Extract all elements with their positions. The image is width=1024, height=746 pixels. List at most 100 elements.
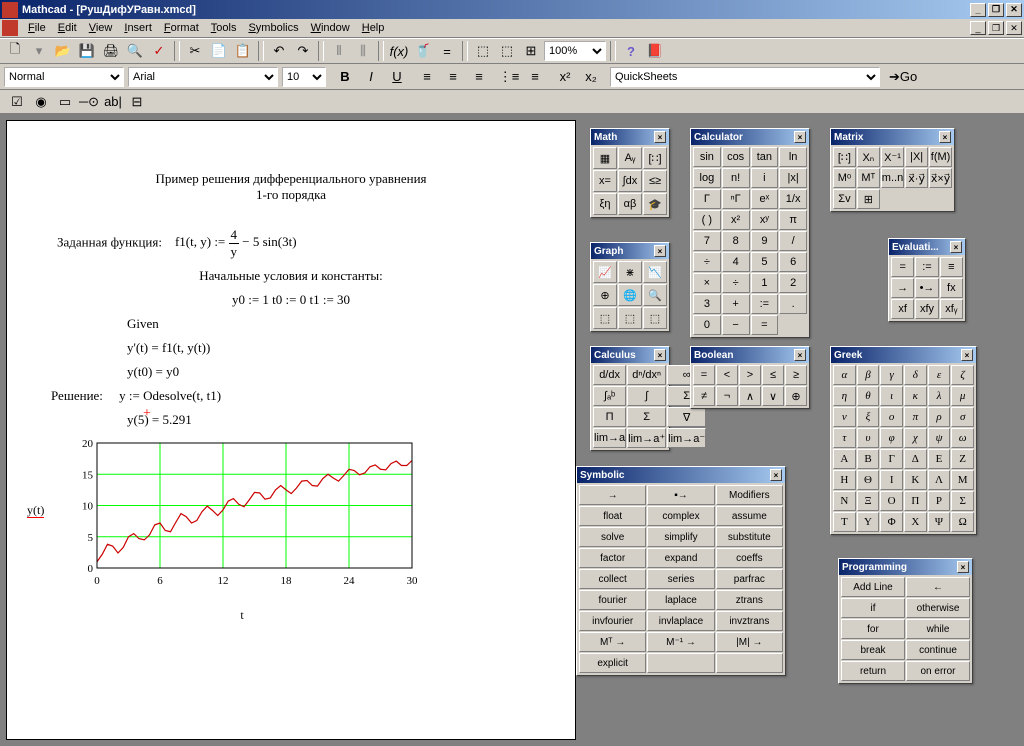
- programming-palette-close[interactable]: ×: [957, 561, 969, 573]
- palette-cell[interactable]: log: [693, 168, 721, 188]
- component1-button[interactable]: ⬚: [472, 40, 494, 62]
- palette-cell[interactable]: ⊞: [857, 189, 880, 209]
- sub-button[interactable]: x₂: [580, 66, 602, 88]
- palette-cell[interactable]: ⬚: [643, 307, 667, 329]
- palette-cell[interactable]: >: [739, 365, 761, 385]
- cut-button[interactable]: ✂: [184, 40, 206, 62]
- palette-cell[interactable]: ∫dx: [618, 170, 642, 192]
- menu-edit[interactable]: Edit: [52, 20, 83, 36]
- menu-symbolics[interactable]: Symbolics: [242, 20, 304, 36]
- greek-τ[interactable]: τ: [833, 428, 856, 448]
- greek-Κ[interactable]: Κ: [904, 470, 927, 490]
- sup-button[interactable]: x²: [554, 66, 576, 88]
- math-palette[interactable]: Math× ▦Aᵧ[∷]x=∫dx≤≥ξηαβ🎓: [590, 128, 670, 218]
- menu-tools[interactable]: Tools: [205, 20, 243, 36]
- palette-cell[interactable]: 5: [751, 252, 779, 272]
- calculator-palette-close[interactable]: ×: [794, 131, 806, 143]
- greek-η[interactable]: η: [833, 386, 856, 406]
- palette-cell[interactable]: |M| →: [716, 632, 783, 652]
- palette-cell[interactable]: 📈: [593, 261, 617, 283]
- palette-cell[interactable]: ∧: [739, 386, 761, 406]
- calc-button[interactable]: =: [436, 40, 458, 62]
- greek-Η[interactable]: Η: [833, 470, 856, 490]
- palette-cell[interactable]: on error: [906, 661, 970, 681]
- palette-cell[interactable]: d/dx: [593, 365, 626, 385]
- bullets-button[interactable]: ⋮≡: [498, 66, 520, 88]
- palette-cell[interactable]: ÷: [693, 252, 721, 272]
- document[interactable]: Пример решения дифференциального уравнен…: [6, 120, 576, 740]
- greek-ρ[interactable]: ρ: [928, 407, 951, 427]
- component2-button[interactable]: ⬚: [496, 40, 518, 62]
- palette-cell[interactable]: tan: [751, 147, 779, 167]
- palette-cell[interactable]: fourier: [579, 590, 646, 610]
- copy-button[interactable]: 📄: [208, 40, 230, 62]
- palette-cell[interactable]: ⊕: [593, 284, 617, 306]
- greek-λ[interactable]: λ: [928, 386, 951, 406]
- greek-Ω[interactable]: Ω: [951, 512, 974, 532]
- palette-cell[interactable]: [∷]: [833, 147, 856, 167]
- help-button[interactable]: ?: [620, 40, 642, 62]
- palette-cell[interactable]: Π: [593, 407, 626, 427]
- math-palette-close[interactable]: ×: [654, 131, 666, 143]
- palette-cell[interactable]: otherwise: [906, 598, 970, 618]
- quicksheets-select[interactable]: QuickSheets: [610, 67, 880, 87]
- function-button[interactable]: f(x): [388, 40, 410, 62]
- palette-cell[interactable]: f(M): [929, 147, 952, 167]
- evaluation-palette[interactable]: Evaluati...× =:=≡→•→fxxfxfyxfᵧ: [888, 238, 966, 322]
- palette-cell[interactable]: [647, 653, 714, 673]
- palette-cell[interactable]: coeffs: [716, 548, 783, 568]
- greek-Β[interactable]: Β: [857, 449, 880, 469]
- fontsize-select[interactable]: 10: [282, 67, 326, 87]
- greek-θ[interactable]: θ: [857, 386, 880, 406]
- palette-cell[interactable]: ≠: [693, 386, 715, 406]
- menu-window[interactable]: Window: [305, 20, 356, 36]
- palette-cell[interactable]: Add Line: [841, 577, 905, 597]
- palette-cell[interactable]: simplify: [647, 527, 714, 547]
- palette-cell[interactable]: ÷: [722, 273, 750, 293]
- align-center-button[interactable]: ≡: [442, 66, 464, 88]
- palette-cell[interactable]: if: [841, 598, 905, 618]
- palette-cell[interactable]: 9: [751, 231, 779, 251]
- palette-cell[interactable]: Xₙ: [857, 147, 880, 167]
- radio-control[interactable]: ◉: [32, 94, 50, 110]
- palette-cell[interactable]: Σv: [833, 189, 856, 209]
- palette-cell[interactable]: :=: [915, 257, 938, 277]
- preview-button[interactable]: 🔍: [124, 40, 146, 62]
- greek-φ[interactable]: φ: [880, 428, 903, 448]
- palette-cell[interactable]: series: [647, 569, 714, 589]
- boolean-palette-close[interactable]: ×: [794, 349, 806, 361]
- menu-file[interactable]: File: [22, 20, 52, 36]
- greek-Σ[interactable]: Σ: [951, 491, 974, 511]
- spell-button[interactable]: ✓: [148, 40, 170, 62]
- palette-cell[interactable]: •→: [915, 278, 938, 298]
- palette-cell[interactable]: →: [579, 485, 646, 505]
- palette-cell[interactable]: Mᵒ: [833, 168, 856, 188]
- greek-υ[interactable]: υ: [857, 428, 880, 448]
- bold-button[interactable]: B: [334, 66, 356, 88]
- greek-Χ[interactable]: Χ: [904, 512, 927, 532]
- palette-cell[interactable]: 6: [779, 252, 807, 272]
- zoom-select[interactable]: 100%: [544, 41, 606, 61]
- palette-cell[interactable]: lim→a: [593, 428, 626, 448]
- palette-cell[interactable]: ≡: [940, 257, 963, 277]
- palette-cell[interactable]: lim→a⁻: [667, 428, 706, 448]
- palette-cell[interactable]: return: [841, 661, 905, 681]
- greek-Μ[interactable]: Μ: [951, 470, 974, 490]
- palette-cell[interactable]: ∇: [667, 407, 706, 427]
- greek-Π[interactable]: Π: [904, 491, 927, 511]
- textbox-control[interactable]: ab|: [104, 94, 122, 110]
- palette-cell[interactable]: laplace: [647, 590, 714, 610]
- close-button[interactable]: ✕: [1006, 3, 1022, 17]
- greek-Α[interactable]: Α: [833, 449, 856, 469]
- greek-Δ[interactable]: Δ: [904, 449, 927, 469]
- style-select[interactable]: Normal: [4, 67, 124, 87]
- greek-Ο[interactable]: Ο: [880, 491, 903, 511]
- menu-view[interactable]: View: [83, 20, 119, 36]
- greek-palette-close[interactable]: ×: [961, 349, 973, 361]
- greek-Ρ[interactable]: Ρ: [928, 491, 951, 511]
- greek-palette[interactable]: Greek× αβγδεζηθικλμνξοπρστυφχψωΑΒΓΔΕΖΗΘΙ…: [830, 346, 977, 535]
- palette-cell[interactable]: parfrac: [716, 569, 783, 589]
- palette-cell[interactable]: x=: [593, 170, 617, 192]
- greek-ω[interactable]: ω: [951, 428, 974, 448]
- palette-cell[interactable]: 4: [722, 252, 750, 272]
